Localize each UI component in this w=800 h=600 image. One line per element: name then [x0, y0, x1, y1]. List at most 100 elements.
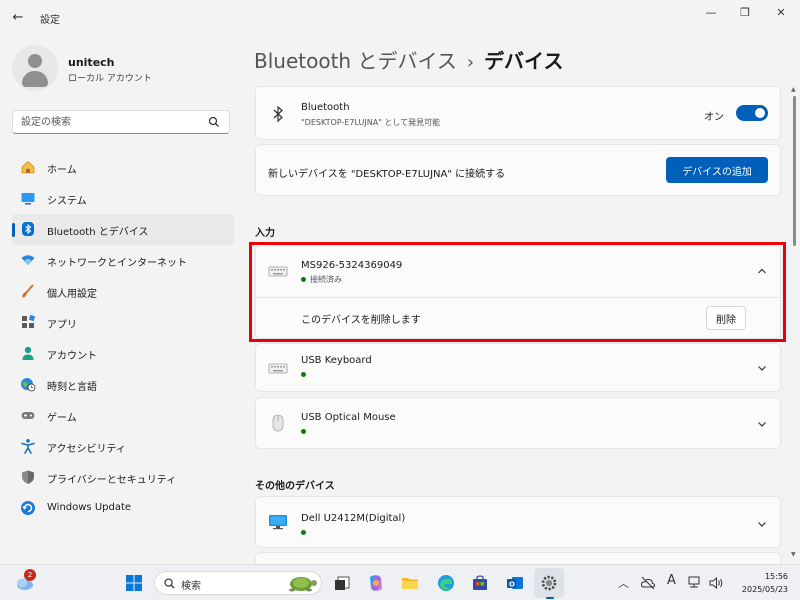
sidebar-item-label: ゲーム: [47, 413, 77, 424]
monitor-icon: [269, 515, 287, 530]
sidebar-item-windows-update[interactable]: Windows Update: [12, 493, 234, 524]
copilot-icon[interactable]: [366, 573, 386, 593]
taskbar-search-text: 検索: [181, 581, 201, 592]
sidebar-item-time-language[interactable]: 時刻と言語: [12, 369, 234, 400]
gamepad-icon: [21, 412, 35, 419]
chevron-down-icon[interactable]: [756, 362, 768, 374]
sidebar-item-label: プライバシーとセキュリティ: [47, 475, 177, 486]
breadcrumb-separator: ›: [466, 52, 475, 73]
chevron-down-icon[interactable]: [756, 518, 768, 530]
avatar-head: [28, 54, 42, 68]
svg-text:O: O: [509, 581, 515, 589]
shield-icon: [22, 470, 34, 484]
minimize-button[interactable]: —: [694, 4, 728, 22]
sidebar-item-label: ネットワークとインターネット: [47, 258, 187, 269]
apps-icon: [22, 314, 36, 328]
highlight-box: [249, 242, 786, 342]
clock-date: 2025/05/23: [741, 585, 788, 594]
edge-browser-icon[interactable]: [436, 573, 456, 593]
chevron-down-icon[interactable]: [756, 418, 768, 430]
bluetooth-discoverable-text: "DESKTOP-E7LUJNA" として発見可能: [301, 118, 441, 127]
globe-clock-icon: [21, 378, 36, 392]
sidebar-item-gaming[interactable]: ゲーム: [12, 400, 234, 431]
sidebar-item-label: アプリ: [47, 320, 77, 331]
sidebar-nav: ホーム システム Bluetooth とデバイス ネットワークとインターネット …: [12, 152, 234, 524]
device-status: [301, 528, 310, 537]
connected-dot: [301, 530, 306, 535]
device-card-usb-mouse[interactable]: USB Optical Mouse: [255, 397, 781, 449]
brush-icon: [22, 284, 34, 298]
sidebar-item-label: アカウント: [47, 351, 97, 362]
search-icon[interactable]: [207, 115, 221, 129]
taskbar: 2 検索 O ︿ A 15:56 2025/05/23: [0, 564, 800, 600]
sidebar-item-privacy-security[interactable]: プライバシーとセキュリティ: [12, 462, 234, 493]
title-bar: ← 設定 — ❐ ✕: [0, 0, 800, 36]
section-title-other-devices: その他のデバイス: [255, 481, 335, 492]
sidebar-item-accounts[interactable]: アカウント: [12, 338, 234, 369]
connected-dot: [301, 429, 306, 434]
system-icon: [21, 193, 35, 205]
sidebar-item-home[interactable]: ホーム: [12, 152, 234, 183]
maximize-button[interactable]: ❐: [728, 4, 762, 22]
avatar[interactable]: [12, 45, 58, 91]
sidebar-item-network[interactable]: ネットワークとインターネット: [12, 245, 234, 276]
add-device-text: 新しいデバイスを "DESKTOP-E7LUJNA" に接続する: [268, 169, 506, 180]
volume-icon[interactable]: [708, 575, 724, 591]
accessibility-icon: [21, 439, 35, 454]
close-button[interactable]: ✕: [764, 4, 798, 22]
breadcrumb: Bluetooth とデバイス › デバイス: [254, 45, 563, 74]
sidebar-item-system[interactable]: システム: [12, 183, 234, 214]
sidebar-item-bluetooth-devices[interactable]: Bluetooth とデバイス: [12, 214, 234, 245]
device-name: Dell U2412M(Digital): [301, 513, 406, 524]
device-card-dell-monitor[interactable]: Dell U2412M(Digital): [255, 496, 781, 548]
account-type: ローカル アカウント: [68, 74, 152, 84]
taskbar-search[interactable]: 検索: [154, 571, 322, 595]
account-icon: [22, 346, 34, 360]
file-explorer-icon[interactable]: [400, 573, 420, 593]
back-button[interactable]: ←: [8, 8, 28, 28]
keyboard-icon: [268, 363, 288, 374]
scrollbar-thumb[interactable]: [793, 96, 796, 246]
settings-search-box[interactable]: [12, 110, 230, 134]
sidebar-item-label: Bluetooth とデバイス: [47, 227, 149, 238]
active-indicator: [546, 597, 554, 599]
bluetooth-icon: [273, 105, 283, 123]
home-icon: [21, 160, 35, 174]
device-name: USB Optical Mouse: [301, 412, 396, 423]
sidebar-item-label: システム: [47, 196, 87, 207]
notification-badge: 2: [24, 569, 36, 581]
search-icon: [164, 578, 175, 589]
sidebar-item-accessibility[interactable]: アクセシビリティ: [12, 431, 234, 462]
breadcrumb-parent[interactable]: Bluetooth とデバイス: [254, 49, 457, 73]
add-device-card: 新しいデバイスを "DESKTOP-E7LUJNA" に接続する デバイスの追加: [255, 144, 781, 196]
mouse-icon: [272, 414, 284, 432]
device-status: [301, 427, 310, 436]
tray-overflow-chevron-icon[interactable]: ︿: [618, 575, 629, 591]
cloud-offline-icon[interactable]: [640, 575, 656, 591]
clock-time: 15:56: [764, 572, 788, 581]
bluetooth-toggle[interactable]: [736, 105, 768, 121]
network-ethernet-icon[interactable]: [686, 575, 702, 591]
outlook-icon[interactable]: O: [505, 573, 525, 593]
add-device-button[interactable]: デバイスの追加: [666, 157, 768, 183]
device-card-usb-keyboard[interactable]: USB Keyboard: [255, 343, 781, 392]
scroll-down-arrow[interactable]: ▼: [791, 551, 796, 558]
system-clock[interactable]: 15:56 2025/05/23: [742, 570, 788, 596]
sidebar-item-apps[interactable]: アプリ: [12, 307, 234, 338]
ime-indicator[interactable]: A: [667, 573, 676, 588]
microsoft-store-icon[interactable]: [470, 573, 490, 593]
connected-dot: [301, 372, 306, 377]
bluetooth-icon: [22, 222, 34, 236]
scroll-up-arrow[interactable]: ▲: [791, 86, 796, 93]
section-title-input: 入力: [255, 228, 275, 239]
app-title: 設定: [40, 15, 60, 26]
sidebar-item-label: Windows Update: [47, 502, 132, 513]
settings-gear-icon[interactable]: [539, 573, 559, 593]
windows-start-icon[interactable]: [124, 573, 144, 593]
user-name: unitech: [68, 56, 115, 69]
bluetooth-toggle-label: オン: [704, 112, 724, 123]
search-input[interactable]: [21, 115, 206, 130]
bluetooth-title: Bluetooth: [301, 102, 350, 113]
task-view-icon[interactable]: [332, 573, 352, 593]
sidebar-item-personalization[interactable]: 個人用設定: [12, 276, 234, 307]
